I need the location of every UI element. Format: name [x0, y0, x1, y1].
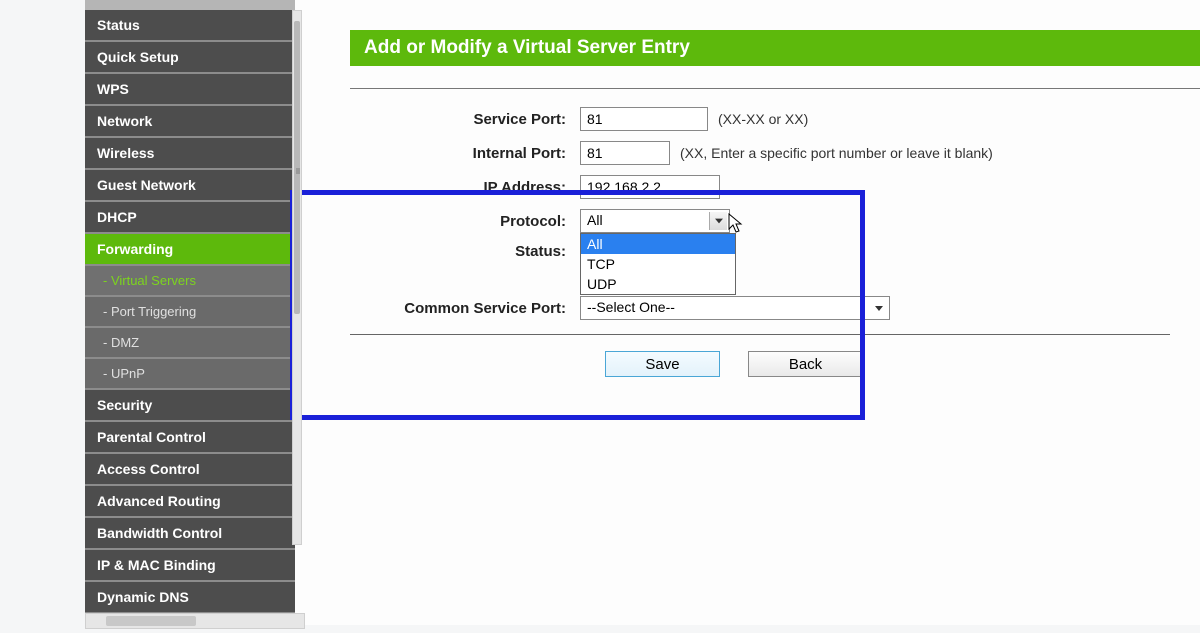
row-service-port: Service Port: (XX-XX or XX) — [350, 107, 1190, 131]
select-protocol-value: All — [587, 212, 603, 228]
row-protocol: Protocol: All All TCP UDP — [350, 209, 1190, 233]
select-common-service-port[interactable]: --Select One-- — [580, 296, 890, 320]
sidebar-item-security[interactable]: Security — [85, 390, 295, 422]
sidebar-list[interactable]: Status Quick Setup WPS Network Wireless … — [85, 10, 295, 625]
sidebar-item-network[interactable]: Network — [85, 106, 295, 138]
sidebar-item-forwarding[interactable]: Forwarding — [85, 234, 295, 266]
divider-top — [350, 88, 1200, 89]
scrollbar-thumb[interactable] — [294, 21, 300, 314]
content-area: Add or Modify a Virtual Server Entry Ser… — [295, 0, 1200, 625]
sidebar: Status Quick Setup WPS Network Wireless … — [85, 0, 295, 625]
sidebar-item-guest-network[interactable]: Guest Network — [85, 170, 295, 202]
app-frame: Status Quick Setup WPS Network Wireless … — [85, 0, 1200, 625]
input-internal-port[interactable] — [580, 141, 670, 165]
select-protocol[interactable]: All All TCP UDP — [580, 209, 730, 233]
input-service-port[interactable] — [580, 107, 708, 131]
form: Service Port: (XX-XX or XX) Internal Por… — [350, 107, 1190, 377]
dropdown-protocol-options[interactable]: All TCP UDP — [580, 233, 736, 295]
sidebar-sub-upnp[interactable]: - UPnP — [85, 359, 295, 390]
select-common-service-port-value: --Select One-- — [587, 299, 675, 315]
horizontal-scrollbar[interactable] — [85, 613, 305, 629]
option-tcp[interactable]: TCP — [581, 254, 735, 274]
sidebar-item-ip-mac-binding[interactable]: IP & MAC Binding — [85, 550, 295, 582]
label-status: Status: — [350, 243, 580, 260]
scrollbar-grip-icon — [296, 168, 300, 174]
label-internal-port: Internal Port: — [350, 145, 580, 162]
divider-mid — [350, 334, 1170, 335]
hint-service-port: (XX-XX or XX) — [718, 111, 808, 127]
sidebar-sub-port-triggering[interactable]: - Port Triggering — [85, 297, 295, 328]
sidebar-item-wps[interactable]: WPS — [85, 74, 295, 106]
sidebar-item-advanced-routing[interactable]: Advanced Routing — [85, 486, 295, 518]
sidebar-sub-virtual-servers[interactable]: - Virtual Servers — [85, 266, 295, 297]
row-ip-address: IP Address: — [350, 175, 1190, 199]
sidebar-item-wireless[interactable]: Wireless — [85, 138, 295, 170]
option-udp[interactable]: UDP — [581, 274, 735, 294]
sidebar-item-bandwidth-control[interactable]: Bandwidth Control — [85, 518, 295, 550]
horizontal-scrollbar-thumb[interactable] — [106, 616, 196, 626]
mouse-cursor-icon — [728, 213, 744, 235]
sidebar-top-gap — [85, 0, 295, 10]
chevron-down-icon[interactable] — [709, 212, 727, 230]
back-button[interactable]: Back — [748, 351, 863, 377]
chevron-down-icon — [875, 306, 883, 311]
sidebar-item-quick-setup[interactable]: Quick Setup — [85, 42, 295, 74]
sidebar-sub-dmz[interactable]: - DMZ — [85, 328, 295, 359]
label-protocol: Protocol: — [350, 213, 580, 230]
sidebar-item-dhcp[interactable]: DHCP — [85, 202, 295, 234]
row-status: Status: — [350, 243, 1190, 260]
row-internal-port: Internal Port: (XX, Enter a specific por… — [350, 141, 1190, 165]
label-service-port: Service Port: — [350, 111, 580, 128]
page-title: Add or Modify a Virtual Server Entry — [350, 30, 1200, 66]
sidebar-item-parental-control[interactable]: Parental Control — [85, 422, 295, 454]
hint-internal-port: (XX, Enter a specific port number or lea… — [680, 145, 993, 161]
option-all[interactable]: All — [581, 234, 735, 254]
sidebar-item-status[interactable]: Status — [85, 10, 295, 42]
button-row: Save Back — [605, 351, 1190, 377]
label-common-service-port: Common Service Port: — [350, 300, 580, 317]
label-ip-address: IP Address: — [350, 179, 580, 196]
row-common-service-port: Common Service Port: --Select One-- — [350, 296, 1190, 320]
sidebar-item-access-control[interactable]: Access Control — [85, 454, 295, 486]
input-ip-address[interactable] — [580, 175, 720, 199]
sidebar-item-dynamic-dns[interactable]: Dynamic DNS — [85, 582, 295, 614]
sidebar-scrollbar[interactable] — [292, 10, 302, 545]
save-button[interactable]: Save — [605, 351, 720, 377]
select-protocol-display[interactable]: All — [580, 209, 730, 233]
